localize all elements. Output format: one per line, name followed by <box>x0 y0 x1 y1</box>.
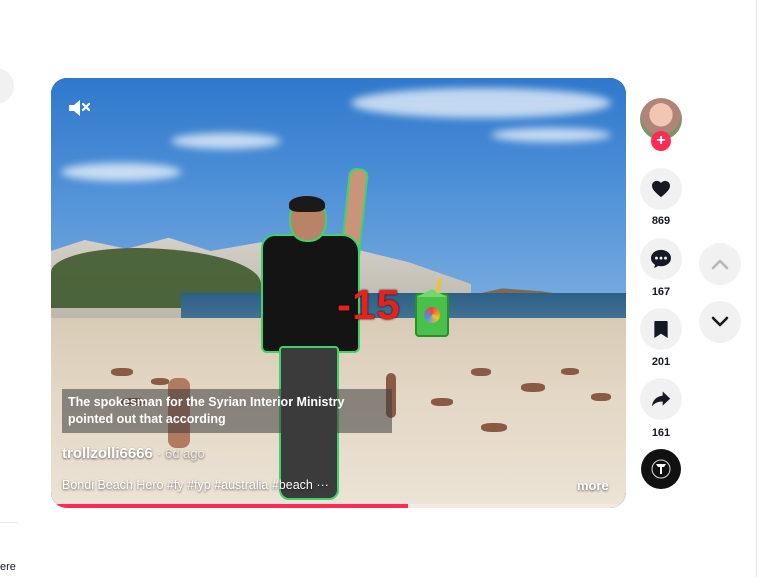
caption-line-2: pointed out that according <box>68 412 226 426</box>
caption-line-1: The spokesman for the Syrian Interior Mi… <box>68 395 345 409</box>
author-username[interactable]: trollzolli6666 <box>62 445 153 462</box>
music-disc[interactable] <box>641 449 681 489</box>
chevron-up-icon <box>711 259 729 270</box>
beachgoer <box>111 368 133 376</box>
mute-button[interactable] <box>67 97 93 119</box>
like-count: 869 <box>651 215 671 227</box>
figure-hair <box>289 196 325 212</box>
share-icon <box>651 391 671 407</box>
beachgoer <box>151 378 169 385</box>
cloud <box>61 163 181 181</box>
next-video-button[interactable] <box>699 301 741 343</box>
comment-button[interactable] <box>640 238 682 280</box>
video-description: Bondi Beach Hero #fy #fyp #australia #be… <box>62 478 329 492</box>
juice-box-sticker <box>415 278 449 337</box>
beachgoer <box>561 368 579 375</box>
speaker-mute-icon <box>69 100 91 116</box>
left-panel-text: ere <box>0 561 16 573</box>
post-date: · 6d ago <box>157 446 205 461</box>
main-figure <box>261 167 370 500</box>
like-button[interactable] <box>640 168 682 210</box>
share-button[interactable] <box>640 378 682 420</box>
follow-button[interactable]: + <box>651 131 671 151</box>
bookmark-icon <box>654 320 668 338</box>
previous-video-button[interactable] <box>699 243 741 285</box>
left-divider <box>0 522 18 523</box>
progress-fill <box>51 504 408 508</box>
save-button[interactable] <box>640 308 682 350</box>
save-count: 201 <box>651 356 671 368</box>
side-nav-button[interactable] <box>0 68 14 104</box>
beachgoer <box>521 383 545 392</box>
chevron-down-icon <box>711 316 729 327</box>
video-player[interactable]: -15 The spokesman for the Syrian Interio… <box>51 78 626 508</box>
beachgoer <box>431 398 453 406</box>
video-frame: -15 <box>51 78 626 508</box>
comment-icon <box>651 249 671 269</box>
cloud <box>351 88 611 118</box>
comment-count: 167 <box>651 286 671 298</box>
effect-overlay-text: -15 <box>337 281 401 328</box>
right-divider <box>756 0 757 577</box>
beachgoer <box>591 393 611 401</box>
progress-bar[interactable] <box>51 504 626 508</box>
cloud <box>491 128 611 142</box>
video-caption-overlay: The spokesman for the Syrian Interior Mi… <box>62 389 392 433</box>
heart-icon <box>652 180 670 198</box>
share-count: 161 <box>651 427 671 439</box>
music-disc-icon <box>651 459 671 479</box>
author-line: trollzolli6666 · 6d ago <box>62 445 205 462</box>
cloud <box>171 133 281 149</box>
beachgoer <box>481 423 507 432</box>
beachgoer <box>471 368 491 376</box>
more-button[interactable]: more <box>577 478 609 493</box>
